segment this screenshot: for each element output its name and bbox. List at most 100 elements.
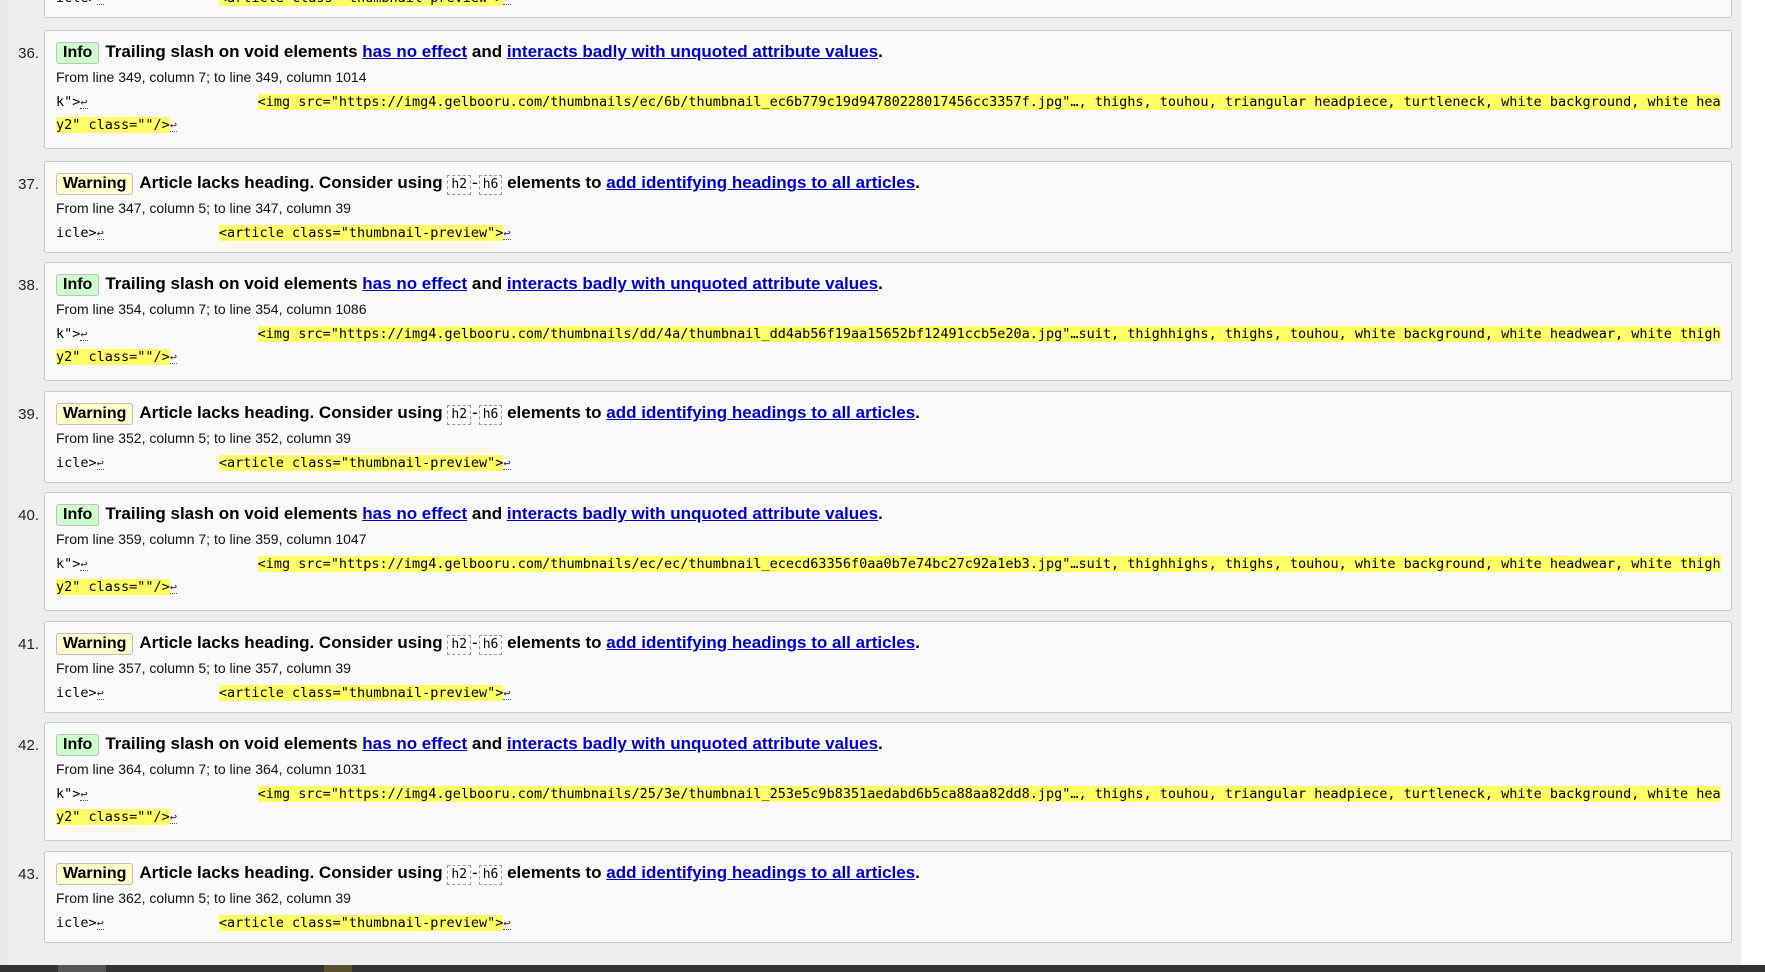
- message-text: elements to: [502, 633, 607, 652]
- message-text: .: [878, 274, 883, 293]
- unquoted-attribute-link[interactable]: interacts badly with unquoted attribute …: [507, 274, 878, 293]
- warning-badge: Warning: [56, 633, 134, 655]
- no-effect-link[interactable]: has no effect: [362, 504, 467, 523]
- code-extract: icle>↩<article class="thumbnail-preview"…: [56, 0, 1721, 10]
- taskbar-item[interactable]: [58, 965, 106, 972]
- return-symbol: ↩: [96, 686, 104, 700]
- code-context: icle>: [56, 455, 97, 471]
- message-text: elements to: [502, 863, 607, 882]
- message-text: and: [467, 274, 507, 293]
- message-text: .: [915, 403, 920, 422]
- message-title: Warning Article lacks heading. Consider u…: [56, 862, 920, 885]
- message-item: 43. Warning Article lacks heading. Conside…: [18, 851, 1732, 943]
- info-badge: Info: [56, 504, 100, 526]
- message-text: .: [878, 504, 883, 523]
- message-text: Article lacks heading. Consider using: [139, 173, 448, 192]
- message-location: From line 362, column 5; to line 362, co…: [56, 890, 351, 906]
- message-title: Warning Article lacks heading. Consider u…: [56, 402, 920, 425]
- code-highlight: <img src="https://img4.gelbooru.com/thum…: [257, 326, 1721, 342]
- message-text: .: [915, 633, 920, 652]
- code-extract: k">↩ <img src="https://img4.gelbooru.com/…: [56, 323, 1721, 369]
- element-code-h6: h6: [478, 865, 503, 885]
- code-context: icle>: [56, 0, 97, 6]
- message-text: .: [878, 42, 883, 61]
- range-dash: -: [472, 403, 478, 422]
- message-item: 41. Warning Article lacks heading. Conside…: [18, 621, 1732, 713]
- message-text: Trailing slash on void elements: [105, 504, 363, 523]
- message-text: .: [878, 734, 883, 753]
- no-effect-link[interactable]: has no effect: [362, 42, 467, 61]
- code-extract: icle>↩ <article class="thumbnail-preview"…: [56, 222, 1721, 245]
- no-effect-link[interactable]: has no effect: [362, 274, 467, 293]
- code-highlight: <article class="thumbnail-preview">: [218, 225, 504, 241]
- return-symbol: ↩: [80, 95, 88, 109]
- code-context: icle>: [56, 685, 97, 701]
- code-line: icle>↩<article class="thumbnail-preview"…: [56, 682, 1721, 705]
- message-text: and: [467, 504, 507, 523]
- element-code-h6: h6: [478, 405, 503, 425]
- message-item: 42. Info Trailing slash on void elements h…: [18, 722, 1732, 841]
- element-code-h6: h6: [478, 175, 503, 195]
- code-line: icle>↩<article class="thumbnail-preview"…: [56, 0, 1721, 10]
- code-line: icle>↩<article class="thumbnail-preview"…: [56, 912, 1721, 935]
- message-item: 35.icle>↩<article class="thumbnail-previ…: [44, 0, 1732, 18]
- message-number: 41.: [18, 636, 39, 653]
- message-list: 35.icle>↩<article class="thumbnail-previ…: [8, 0, 1741, 965]
- return-symbol: ↩: [169, 580, 178, 594]
- return-symbol: ↩: [80, 787, 88, 801]
- code-context: k">: [56, 326, 81, 342]
- return-symbol: ↩: [80, 557, 88, 571]
- unquoted-attribute-link[interactable]: interacts badly with unquoted attribute …: [507, 734, 878, 753]
- code-context: icle>: [56, 225, 97, 241]
- code-context: k">: [56, 786, 81, 802]
- message-number: 43.: [18, 866, 39, 883]
- message-location: From line 347, column 5; to line 347, co…: [56, 200, 351, 216]
- unquoted-attribute-link[interactable]: interacts badly with unquoted attribute …: [507, 504, 878, 523]
- code-extract: k">↩ <img src="https://img4.gelbooru.com/…: [56, 553, 1721, 599]
- message-location: From line 352, column 5; to line 352, co…: [56, 430, 351, 446]
- code-line: k">↩ <img src="https://img4.gelbooru.com/…: [56, 553, 1721, 576]
- element-code-h2: h2: [447, 865, 472, 885]
- element-code-h2: h2: [447, 175, 472, 195]
- headings-link[interactable]: add identifying headings to all articles: [606, 173, 915, 192]
- code-highlight: <article class="thumbnail-preview">: [218, 915, 504, 931]
- range-dash: -: [472, 173, 478, 192]
- message-number: 38.: [18, 277, 39, 294]
- return-symbol: ↩: [96, 0, 104, 5]
- return-symbol: ↩: [503, 0, 511, 5]
- scrollbar-track[interactable]: [1741, 0, 1765, 972]
- message-title: Info Trailing slash on void elements has …: [56, 41, 883, 64]
- message-number: 36.: [18, 45, 39, 62]
- code-line: k">↩ <img src="https://img4.gelbooru.com/…: [56, 323, 1721, 346]
- info-badge: Info: [56, 42, 100, 64]
- return-symbol: ↩: [80, 327, 88, 341]
- warning-badge: Warning: [56, 863, 134, 885]
- message-item: 40. Info Trailing slash on void elements h…: [18, 492, 1732, 611]
- message-text: elements to: [502, 173, 607, 192]
- no-effect-link[interactable]: has no effect: [362, 734, 467, 753]
- message-text: .: [915, 173, 920, 192]
- info-badge: Info: [56, 274, 100, 296]
- code-extract: k">↩ <img src="https://img4.gelbooru.com/…: [56, 783, 1721, 829]
- headings-link[interactable]: add identifying headings to all articles: [606, 403, 915, 422]
- message-location: From line 349, column 7; to line 349, co…: [56, 69, 367, 85]
- message-location: From line 359, column 7; to line 359, co…: [56, 531, 367, 547]
- message-location: From line 354, column 7; to line 354, co…: [56, 301, 367, 317]
- message-title: Warning Article lacks heading. Consider u…: [56, 632, 920, 655]
- message-text: Trailing slash on void elements: [105, 274, 363, 293]
- code-line: y2" class=""/>↩: [56, 806, 1721, 829]
- code-line: k">↩ <img src="https://img4.gelbooru.com/…: [56, 783, 1721, 806]
- code-highlight: <img src="https://img4.gelbooru.com/thum…: [257, 94, 1721, 110]
- taskbar: [0, 965, 1765, 972]
- headings-link[interactable]: add identifying headings to all articles: [606, 633, 915, 652]
- return-symbol: ↩: [96, 226, 104, 240]
- headings-link[interactable]: add identifying headings to all articles: [606, 863, 915, 882]
- code-line: k">↩ <img src="https://img4.gelbooru.com/…: [56, 91, 1721, 114]
- message-title: Info Trailing slash on void elements has …: [56, 273, 883, 296]
- message-text: and: [467, 42, 507, 61]
- taskbar-item[interactable]: [324, 965, 352, 972]
- code-extract: icle>↩<article class="thumbnail-preview"…: [56, 912, 1721, 935]
- unquoted-attribute-link[interactable]: interacts badly with unquoted attribute …: [507, 42, 878, 61]
- element-code-h2: h2: [447, 405, 472, 425]
- message-text: Trailing slash on void elements: [105, 734, 363, 753]
